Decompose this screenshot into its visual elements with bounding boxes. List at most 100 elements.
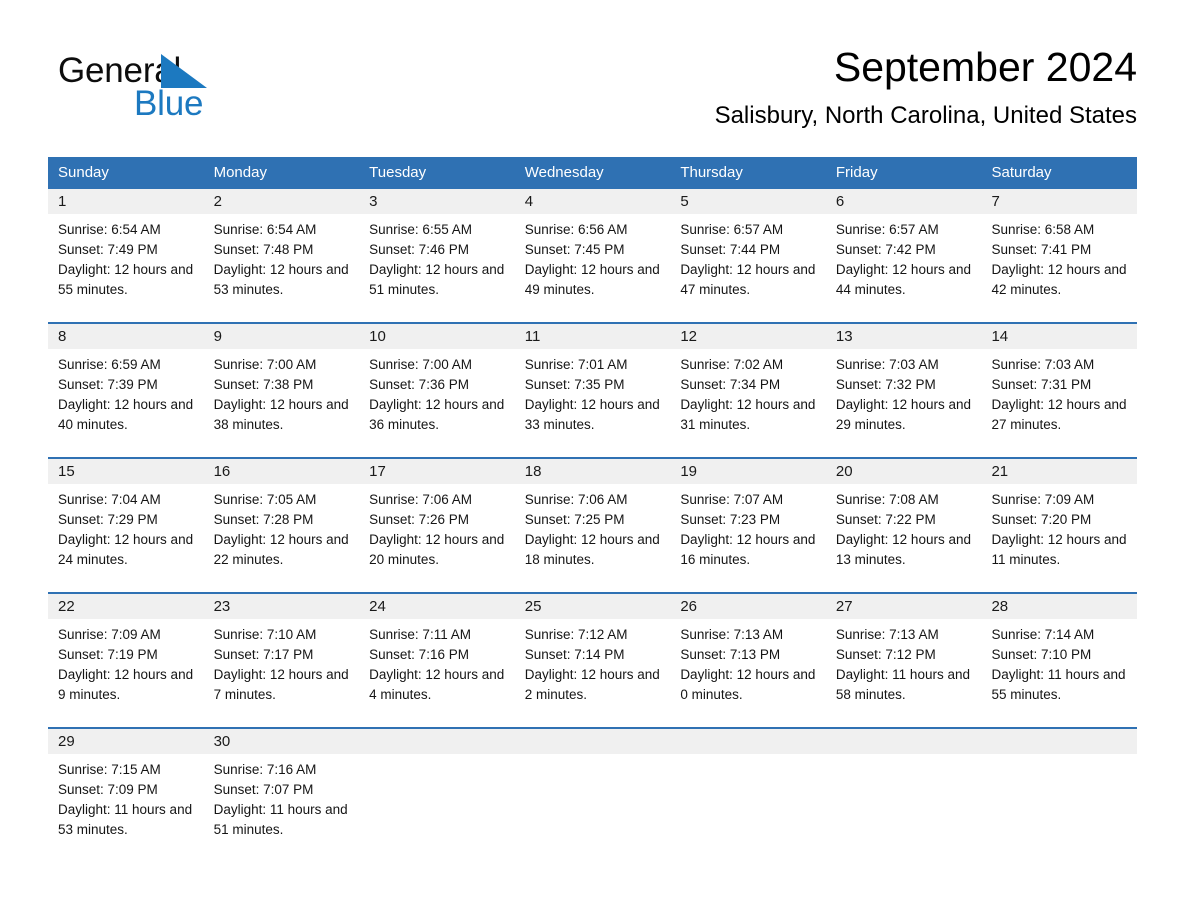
sunrise-text: Sunrise: 7:09 AM (991, 492, 1095, 507)
weekday-header-monday: Monday (213, 164, 267, 181)
day-number-band: 19 (670, 459, 826, 484)
day-number: 9 (213, 328, 222, 345)
day-cell[interactable]: 18 Sunrise: 7:06 AM Sunset: 7:25 PM Dayligh… (514, 459, 671, 592)
title-block: September 2024 Salisbury, North Carolina… (715, 42, 1137, 132)
day-cell[interactable]: 24 Sunrise: 7:11 AM Sunset: 7:16 PM Dayligh… (359, 594, 515, 727)
week-cells: 29 Sunrise: 7:15 AM Sunset: 7:09 PM Dayligh… (48, 729, 1138, 859)
day-number: 28 (991, 598, 1009, 615)
day-cell[interactable]: 2 Sunrise: 6:54 AM Sunset: 7:48 PM Daylight… (203, 189, 360, 322)
day-cell[interactable]: 23 Sunrise: 7:10 AM Sunset: 7:17 PM Dayligh… (203, 594, 360, 727)
day-details: Sunrise: 6:54 AM Sunset: 7:48 PM Daylight:… (204, 214, 360, 300)
day-cell[interactable]: 17 Sunrise: 7:06 AM Sunset: 7:26 PM Dayligh… (359, 459, 515, 592)
day-cell[interactable]: 16 Sunrise: 7:05 AM Sunset: 7:28 PM Dayligh… (203, 459, 360, 592)
day-cell[interactable]: 19 Sunrise: 7:07 AM Sunset: 7:23 PM Dayligh… (670, 459, 826, 592)
day-cell[interactable]: 21 Sunrise: 7:09 AM Sunset: 7:20 PM Dayligh… (981, 459, 1138, 592)
day-cell[interactable]: 14 Sunrise: 7:03 AM Sunset: 7:31 PM Dayligh… (981, 324, 1138, 457)
page-header: General Blue September 2024 Salisbury, N… (48, 42, 1137, 142)
day-number-band (514, 729, 671, 754)
sunrise-text: Sunrise: 6:55 AM (369, 222, 472, 237)
day-number: 21 (991, 463, 1009, 480)
day-number: 17 (369, 463, 386, 480)
sunset-text: Sunset: 7:31 PM (991, 377, 1092, 392)
day-number-band: 25 (514, 594, 671, 619)
day-cell[interactable]: 25 Sunrise: 7:12 AM Sunset: 7:14 PM Dayligh… (514, 594, 671, 727)
day-number-band (359, 729, 515, 754)
sunrise-text: Sunrise: 7:06 AM (369, 492, 472, 507)
day-cell[interactable]: 30 Sunrise: 7:16 AM Sunset: 7:07 PM Dayligh… (203, 729, 360, 859)
day-number-band: 26 (670, 594, 826, 619)
day-details: Sunrise: 7:12 AM Sunset: 7:14 PM Daylight:… (515, 619, 671, 705)
day-cell[interactable]: 11 Sunrise: 7:01 AM Sunset: 7:35 PM Dayligh… (514, 324, 671, 457)
day-cell[interactable]: 13 Sunrise: 7:03 AM Sunset: 7:32 PM Dayligh… (825, 324, 982, 457)
day-cell[interactable]: 6 Sunrise: 6:57 AM Sunset: 7:42 PM Daylight… (825, 189, 982, 322)
day-number: 2 (213, 193, 222, 210)
daylight-text: Daylight: 12 hours and 47 minutes. (680, 262, 816, 297)
sunrise-text: Sunrise: 7:03 AM (991, 357, 1095, 372)
weekday-header-saturday: Saturday (991, 164, 1052, 181)
day-cell[interactable]: 4 Sunrise: 6:56 AM Sunset: 7:45 PM Daylight… (514, 189, 671, 322)
day-number-band: 27 (825, 594, 982, 619)
day-details: Sunrise: 7:13 AM Sunset: 7:12 PM Daylight:… (826, 619, 982, 705)
daylight-text: Daylight: 12 hours and 55 minutes. (58, 262, 194, 297)
daylight-text: Daylight: 12 hours and 38 minutes. (213, 397, 349, 432)
day-details: Sunrise: 7:00 AM Sunset: 7:36 PM Daylight:… (359, 349, 515, 435)
sunrise-text: Sunrise: 7:01 AM (524, 357, 628, 372)
sunset-text: Sunset: 7:41 PM (991, 242, 1092, 257)
day-number: 15 (58, 463, 75, 480)
daylight-text: Daylight: 12 hours and 31 minutes. (680, 397, 816, 432)
day-details: Sunrise: 7:03 AM Sunset: 7:32 PM Daylight:… (826, 349, 982, 435)
day-details: Sunrise: 6:59 AM Sunset: 7:39 PM Daylight:… (48, 349, 204, 435)
sunrise-text: Sunrise: 7:05 AM (213, 492, 317, 507)
sunrise-sunset-calendar: Sunday Monday Tuesday Wednesday Thursday… (48, 157, 1138, 859)
day-cell[interactable]: 20 Sunrise: 7:08 AM Sunset: 7:22 PM Dayligh… (825, 459, 982, 592)
sunset-text: Sunset: 7:42 PM (835, 242, 936, 257)
daylight-text: Daylight: 12 hours and 29 minutes. (835, 397, 971, 432)
sunset-text: Sunset: 7:29 PM (58, 512, 158, 527)
sunset-text: Sunset: 7:28 PM (213, 512, 314, 527)
day-number: 10 (369, 328, 386, 345)
sunset-text: Sunset: 7:10 PM (991, 647, 1092, 662)
day-number-band (670, 729, 826, 754)
day-cell[interactable]: 27 Sunrise: 7:13 AM Sunset: 7:12 PM Dayligh… (825, 594, 982, 727)
day-cell[interactable]: 26 Sunrise: 7:13 AM Sunset: 7:13 PM Dayligh… (670, 594, 826, 727)
daylight-text: Daylight: 11 hours and 53 minutes. (58, 802, 193, 837)
day-cell[interactable]: 1 Sunrise: 6:54 AM Sunset: 7:49 PM Daylight… (48, 189, 204, 322)
day-cell[interactable]: 15 Sunrise: 7:04 AM Sunset: 7:29 PM Dayligh… (48, 459, 204, 592)
day-cell[interactable]: 5 Sunrise: 6:57 AM Sunset: 7:44 PM Daylight… (670, 189, 826, 322)
day-number-band: 15 (48, 459, 204, 484)
sunrise-text: Sunrise: 7:11 AM (369, 627, 471, 642)
daylight-text: Daylight: 12 hours and 11 minutes. (991, 532, 1127, 567)
sunset-text: Sunset: 7:19 PM (58, 647, 158, 662)
daylight-text: Daylight: 12 hours and 9 minutes. (58, 667, 194, 702)
sunrise-text: Sunrise: 6:57 AM (835, 222, 939, 237)
day-number: 11 (524, 328, 541, 345)
day-cell[interactable]: 8 Sunrise: 6:59 AM Sunset: 7:39 PM Daylight… (48, 324, 204, 457)
day-cell[interactable]: 29 Sunrise: 7:15 AM Sunset: 7:09 PM Dayligh… (48, 729, 204, 859)
day-cell[interactable]: 7 Sunrise: 6:58 AM Sunset: 7:41 PM Daylight… (981, 189, 1138, 322)
daylight-text: Daylight: 12 hours and 16 minutes. (680, 532, 816, 567)
sunset-text: Sunset: 7:16 PM (369, 647, 469, 662)
week-cells: 22 Sunrise: 7:09 AM Sunset: 7:19 PM Dayligh… (48, 594, 1138, 727)
day-cell[interactable]: 22 Sunrise: 7:09 AM Sunset: 7:19 PM Dayligh… (48, 594, 204, 727)
weekday-header-row: Sunday Monday Tuesday Wednesday Thursday… (48, 157, 1137, 189)
weekday-header-friday: Friday (835, 164, 878, 181)
daylight-text: Daylight: 12 hours and 51 minutes. (369, 262, 505, 297)
day-cell[interactable]: 28 Sunrise: 7:14 AM Sunset: 7:10 PM Dayligh… (981, 594, 1138, 727)
day-details: Sunrise: 7:15 AM Sunset: 7:09 PM Daylight:… (48, 754, 204, 840)
day-cell[interactable]: 3 Sunrise: 6:55 AM Sunset: 7:46 PM Daylight… (359, 189, 515, 322)
day-cell[interactable]: 10 Sunrise: 7:00 AM Sunset: 7:36 PM Dayligh… (359, 324, 515, 457)
calendar-page: General Blue September 2024 Salisbury, N… (0, 0, 1188, 918)
day-cell[interactable]: 9 Sunrise: 7:00 AM Sunset: 7:38 PM Daylight… (203, 324, 360, 457)
sunset-text: Sunset: 7:17 PM (213, 647, 314, 662)
day-details: Sunrise: 6:56 AM Sunset: 7:45 PM Daylight:… (515, 214, 671, 300)
day-number-band: 16 (203, 459, 360, 484)
day-details: Sunrise: 7:10 AM Sunset: 7:17 PM Daylight:… (204, 619, 360, 705)
daylight-text: Daylight: 12 hours and 33 minutes. (524, 397, 660, 432)
day-number-band: 7 (981, 189, 1138, 214)
calendar-week-row: 15 Sunrise: 7:04 AM Sunset: 7:29 PM Dayligh… (48, 457, 1138, 592)
day-number-band: 18 (514, 459, 671, 484)
day-number-band: 29 (48, 729, 204, 754)
day-cell[interactable]: 12 Sunrise: 7:02 AM Sunset: 7:34 PM Dayligh… (670, 324, 826, 457)
sunset-text: Sunset: 7:22 PM (835, 512, 936, 527)
week-cells: 8 Sunrise: 6:59 AM Sunset: 7:39 PM Daylight… (48, 324, 1138, 457)
